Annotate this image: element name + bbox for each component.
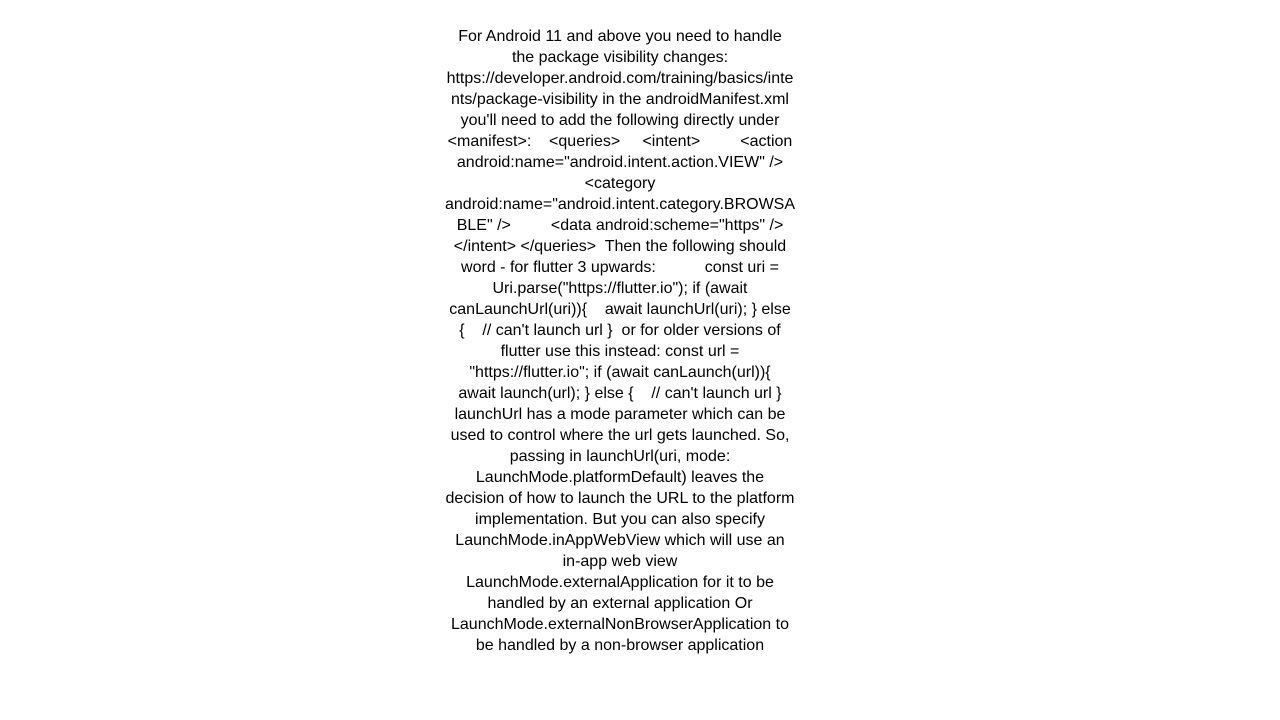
answer-text-block: For Android 11 and above you need to han… bbox=[445, 0, 795, 698]
answer-body: For Android 11 and above you need to han… bbox=[445, 28, 824, 654]
page-viewport: For Android 11 and above you need to han… bbox=[0, 0, 1280, 720]
